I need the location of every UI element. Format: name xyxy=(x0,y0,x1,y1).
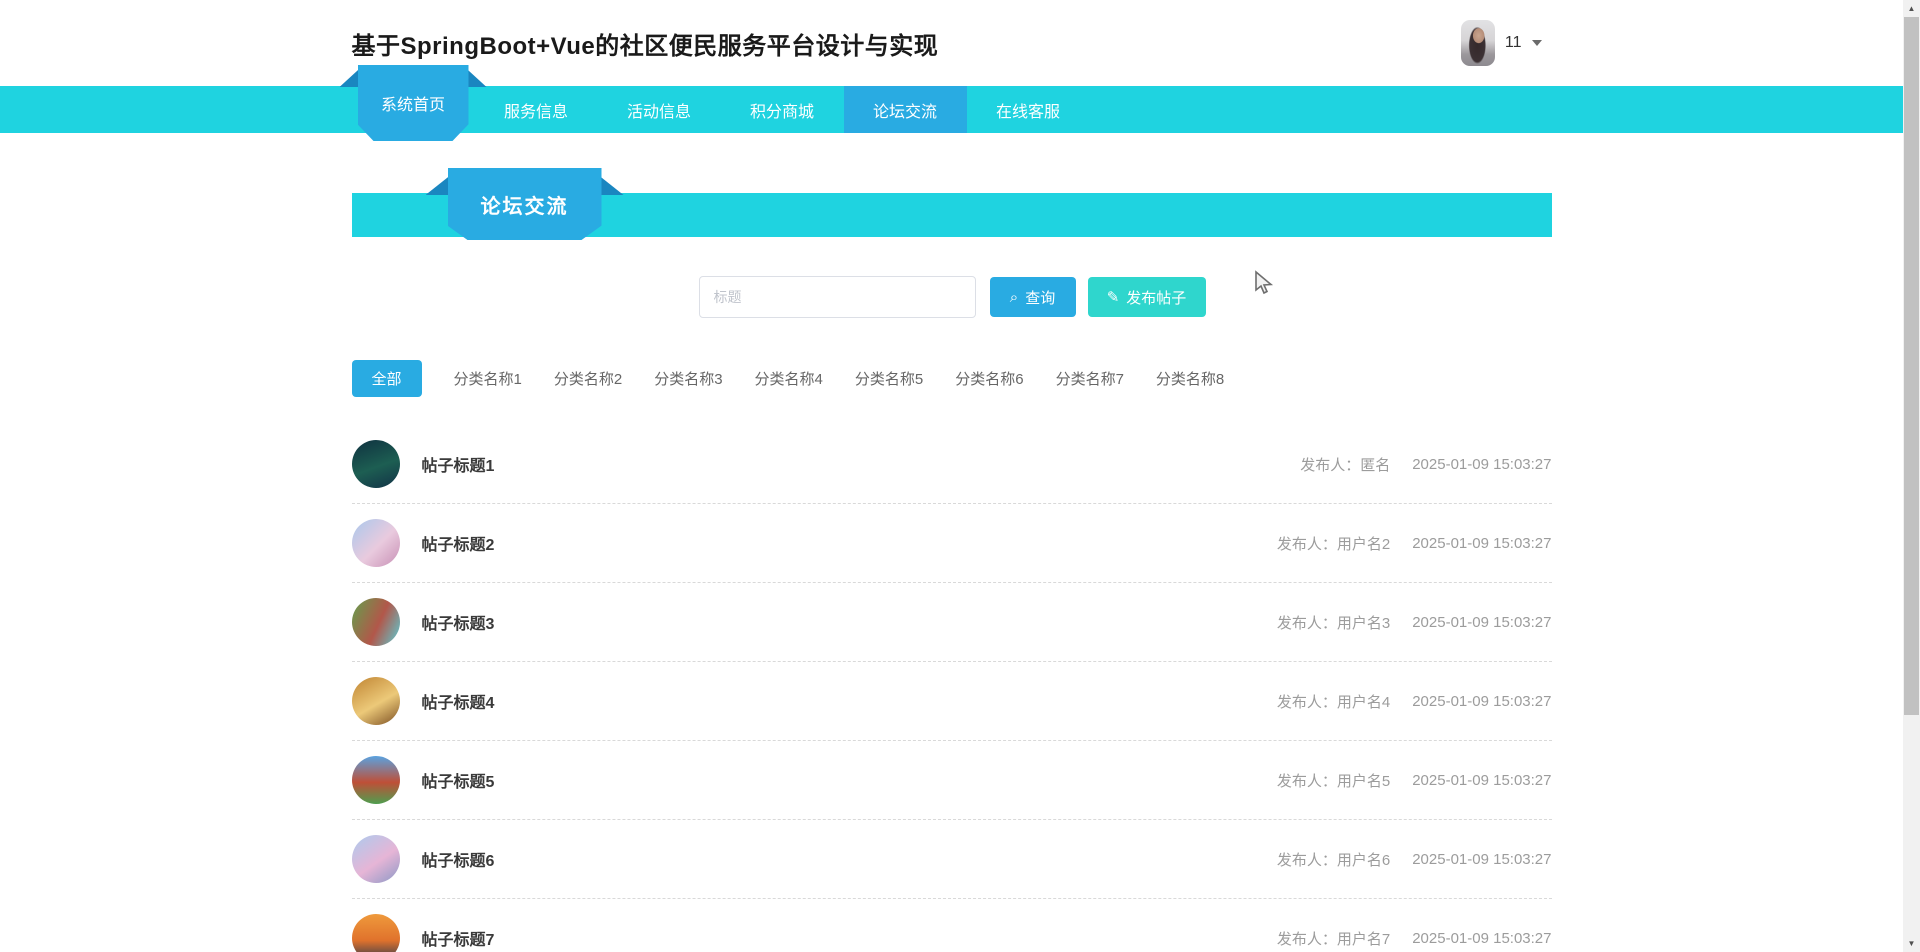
post-title[interactable]: 帖子标题2 xyxy=(422,531,495,555)
page-title: 基于SpringBoot+Vue的社区便民服务平台设计与实现 xyxy=(351,32,939,60)
create-post-button[interactable]: ✎ 发布帖子 xyxy=(1087,277,1206,317)
category-filter-item[interactable]: 分类名称4 xyxy=(755,360,823,397)
post-title[interactable]: 帖子标题1 xyxy=(422,452,495,476)
category-filter-item[interactable]: 全部 xyxy=(351,360,422,397)
post-row[interactable]: 帖子标题5 发布人：用户名5 2025-01-09 15:03:27 xyxy=(351,741,1552,820)
scrollbar-up-arrow[interactable]: ▲ xyxy=(1903,0,1920,17)
post-publisher: 发布人：用户名2 xyxy=(1276,535,1391,553)
section-banner: 论坛交流 xyxy=(351,168,1552,237)
nav-tab-1[interactable]: 系统首页 xyxy=(339,65,487,133)
nav-tab-5[interactable]: 论坛交流 xyxy=(843,86,967,133)
nav-tab-4[interactable]: 积分商城 xyxy=(721,86,844,133)
post-publisher: 发布人：匿名 xyxy=(1300,456,1391,474)
category-filter-item[interactable]: 分类名称2 xyxy=(554,360,622,397)
post-meta: 发布人：用户名5 2025-01-09 15:03:27 xyxy=(1277,770,1552,791)
search-icon: ⌕ xyxy=(1009,288,1019,306)
post-time: 2025-01-09 15:03:27 xyxy=(1412,692,1552,710)
post-row[interactable]: 帖子标题6 发布人：用户名6 2025-01-09 15:03:27 xyxy=(351,820,1552,899)
post-time: 2025-01-09 15:03:27 xyxy=(1412,534,1552,552)
scrollbar-thumb[interactable] xyxy=(1904,17,1919,715)
post-publisher: 发布人：用户名3 xyxy=(1276,614,1391,632)
category-filter: 全部 分类名称1 分类名称2 分类名称3 分类名称4 分类名称5 分类名称6 分类名称7 分类名… xyxy=(351,360,1552,397)
search-input[interactable] xyxy=(698,276,976,318)
post-row[interactable]: 帖子标题7 发布人：用户名7 2025-01-09 15:03:27 xyxy=(351,899,1552,952)
post-publisher: 发布人：用户名7 xyxy=(1276,930,1391,948)
post-meta: 发布人：用户名6 2025-01-09 15:03:27 xyxy=(1277,849,1552,870)
post-meta: 发布人：用户名3 2025-01-09 15:03:27 xyxy=(1277,612,1552,633)
post-meta: 发布人：用户名4 2025-01-09 15:03:27 xyxy=(1277,691,1552,712)
create-post-button-label: 发布帖子 xyxy=(1126,289,1187,307)
post-row[interactable]: 帖子标题4 发布人：用户名4 2025-01-09 15:03:27 xyxy=(351,662,1552,741)
header: 基于SpringBoot+Vue的社区便民服务平台设计与实现 11 xyxy=(0,0,1903,86)
nav-tab-6[interactable]: 在线客服 xyxy=(967,86,1090,133)
query-button[interactable]: ⌕ 查询 xyxy=(989,277,1076,317)
category-filter-item[interactable]: 分类名称8 xyxy=(1156,360,1224,397)
category-filter-item[interactable]: 分类名称3 xyxy=(654,360,722,397)
user-menu[interactable]: 11 xyxy=(1460,20,1542,66)
post-title[interactable]: 帖子标题7 xyxy=(422,926,495,950)
avatar[interactable] xyxy=(1460,20,1495,66)
post-time: 2025-01-09 15:03:27 xyxy=(1412,613,1552,631)
username: 11 xyxy=(1504,34,1522,51)
post-publisher: 发布人：用户名4 xyxy=(1276,693,1391,711)
post-title[interactable]: 帖子标题6 xyxy=(422,847,495,871)
main-nav: 系统首页 服务信息 活动信息 积分商城 论坛交流 在线客服 xyxy=(0,65,1903,133)
nav-tab-2[interactable]: 服务信息 xyxy=(475,86,598,133)
nav-tab-3[interactable]: 活动信息 xyxy=(598,86,721,133)
post-row[interactable]: 帖子标题2 发布人：用户名2 2025-01-09 15:03:27 xyxy=(351,504,1552,583)
category-filter-item[interactable]: 分类名称6 xyxy=(955,360,1023,397)
page: 基于SpringBoot+Vue的社区便民服务平台设计与实现 11 系统首页 服… xyxy=(0,0,1903,952)
post-time: 2025-01-09 15:03:27 xyxy=(1412,455,1552,473)
post-row[interactable]: 帖子标题1 发布人：匿名 2025-01-09 15:03:27 xyxy=(351,425,1552,504)
post-title[interactable]: 帖子标题4 xyxy=(422,689,495,713)
post-time: 2025-01-09 15:03:27 xyxy=(1412,850,1552,868)
category-filter-item[interactable]: 分类名称1 xyxy=(454,360,522,397)
category-filter-item[interactable]: 分类名称7 xyxy=(1056,360,1124,397)
post-meta: 发布人：用户名2 2025-01-09 15:03:27 xyxy=(1277,533,1552,554)
post-publisher: 发布人：用户名5 xyxy=(1276,772,1391,790)
post-avatar[interactable] xyxy=(351,914,400,952)
post-avatar[interactable] xyxy=(351,440,400,488)
post-publisher: 发布人：用户名6 xyxy=(1276,851,1391,869)
search-bar: ⌕ 查询 ✎ 发布帖子 xyxy=(352,276,1552,318)
scrollbar-down-arrow[interactable]: ▼ xyxy=(1903,935,1920,952)
post-row[interactable]: 帖子标题3 发布人：用户名3 2025-01-09 15:03:27 xyxy=(351,583,1552,662)
post-avatar[interactable] xyxy=(351,677,400,725)
post-title[interactable]: 帖子标题5 xyxy=(422,768,495,792)
edit-pen-icon: ✎ xyxy=(1106,288,1120,306)
chevron-down-icon[interactable] xyxy=(1531,40,1542,46)
query-button-label: 查询 xyxy=(1025,289,1056,307)
section-title: 论坛交流 xyxy=(480,195,569,218)
post-list: 帖子标题1 发布人：匿名 2025-01-09 15:03:27 帖子标题2 发… xyxy=(351,425,1552,952)
post-time: 2025-01-09 15:03:27 xyxy=(1412,929,1552,947)
section-banner-ribbon: 论坛交流 xyxy=(425,168,624,240)
post-avatar[interactable] xyxy=(351,519,400,567)
post-avatar[interactable] xyxy=(351,598,400,646)
post-title[interactable]: 帖子标题3 xyxy=(422,610,495,634)
post-time: 2025-01-09 15:03:27 xyxy=(1412,771,1552,789)
post-meta: 发布人：匿名 2025-01-09 15:03:27 xyxy=(1300,454,1551,475)
post-meta: 发布人：用户名7 2025-01-09 15:03:27 xyxy=(1277,928,1552,949)
category-filter-item[interactable]: 分类名称5 xyxy=(855,360,923,397)
vertical-scrollbar[interactable]: ▲ ▼ xyxy=(1903,0,1920,952)
post-avatar[interactable] xyxy=(351,835,400,883)
post-avatar[interactable] xyxy=(351,756,400,804)
